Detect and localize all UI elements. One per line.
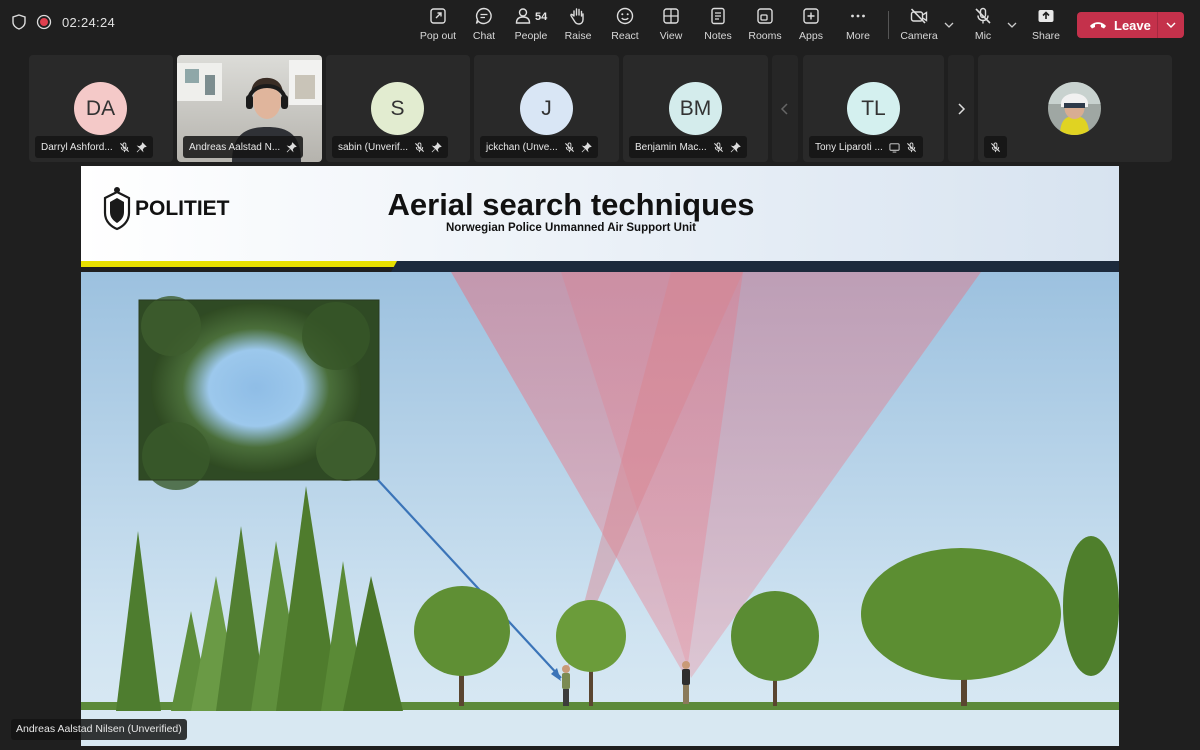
camera-off-icon — [910, 8, 928, 24]
more-icon — [851, 14, 865, 18]
leave-options-button[interactable] — [1158, 12, 1184, 38]
avatar: J — [520, 82, 573, 135]
avatar: BM — [669, 82, 722, 135]
rooms-icon — [757, 8, 773, 24]
participant-tile[interactable]: J jckchan (Unve... — [474, 55, 619, 162]
meeting-status: 02:24:24 — [12, 14, 115, 30]
meeting-toolbar: 02:24:24 Pop out Chat 54 People Raise Re… — [0, 0, 1200, 50]
chevron-right-icon — [958, 102, 966, 115]
more-button[interactable]: More — [832, 6, 884, 46]
next-participants-button[interactable] — [948, 55, 974, 162]
chevron-down-icon — [1166, 22, 1176, 28]
active-speaker-caption: Andreas Aalstad Nilsen (Unverified) — [11, 719, 187, 740]
smile-icon — [616, 7, 634, 25]
participant-name-tag — [984, 136, 1007, 158]
participant-name-tag: sabin (Unverif... — [332, 136, 449, 158]
popout-button[interactable]: Pop out — [412, 6, 464, 46]
avatar: S — [371, 82, 424, 135]
camera-button[interactable]: Camera — [893, 6, 945, 46]
people-button[interactable]: 54 People — [505, 6, 557, 46]
screen-share-icon — [889, 142, 900, 153]
react-button[interactable]: React — [599, 6, 651, 46]
previous-participants-button[interactable] — [772, 55, 798, 162]
chat-button[interactable]: Chat — [458, 6, 510, 46]
participant-name-tag: Andreas Aalstad N... — [183, 136, 304, 158]
participant-tile[interactable]: DA Darryl Ashford... — [29, 55, 173, 162]
participant-tile[interactable]: BM Benjamin Mac... — [623, 55, 768, 162]
avatar: DA — [74, 82, 127, 135]
mic-options-chevron-down-icon[interactable] — [1005, 18, 1019, 32]
popout-icon — [430, 8, 446, 24]
share-icon — [1038, 10, 1054, 22]
person-figure — [682, 661, 690, 704]
rooms-button[interactable]: Rooms — [739, 6, 791, 46]
mic-off-icon — [713, 141, 723, 152]
mic-off-icon — [990, 141, 1001, 152]
mic-off-icon — [415, 141, 425, 152]
hand-icon — [570, 8, 584, 25]
participant-name: Benjamin Mac... — [635, 141, 707, 153]
slide-title: Aerial search techniques — [388, 187, 755, 222]
participant-name-tag: Tony Liparoti ... — [809, 136, 923, 158]
participant-photo-avatar — [1048, 82, 1101, 135]
toolbar-divider — [888, 11, 889, 39]
share-button[interactable]: Share — [1020, 6, 1072, 46]
camera-options-chevron-down-icon[interactable] — [942, 18, 956, 32]
participant-name: jckchan (Unve... — [486, 141, 558, 153]
participant-name-tag: Darryl Ashford... — [35, 136, 153, 158]
slide-navy-stripe — [391, 261, 1119, 272]
canopy-inset-photo — [138, 296, 380, 490]
mic-off-icon — [975, 7, 991, 24]
person-figure — [562, 665, 570, 706]
raise-hand-button[interactable]: Raise — [552, 6, 604, 46]
participant-name: Tony Liparoti ... — [815, 141, 883, 153]
pin-icon — [431, 141, 442, 152]
participant-name: sabin (Unverif... — [338, 141, 409, 153]
participant-tile[interactable] — [978, 55, 1172, 162]
apps-button[interactable]: Apps — [785, 6, 837, 46]
slide-brand: POLITIET — [135, 197, 230, 220]
slide-yellow-stripe — [81, 261, 401, 267]
participant-name-tag: Benjamin Mac... — [629, 136, 747, 158]
recording-icon — [36, 14, 52, 30]
notes-icon — [711, 7, 725, 25]
avatar: TL — [847, 82, 900, 135]
shared-presentation: POLITIET Aerial search techniques Norweg… — [81, 166, 1119, 746]
shield-icon — [12, 14, 26, 30]
pin-icon — [286, 141, 297, 152]
people-icon — [515, 8, 531, 24]
phone-hangup-icon — [1090, 22, 1106, 29]
participant-tile[interactable]: TL Tony Liparoti ... — [803, 55, 944, 162]
mic-off-icon — [906, 141, 916, 152]
participant-tile-video[interactable]: Andreas Aalstad N... — [177, 55, 322, 162]
apps-icon — [803, 8, 819, 24]
pin-icon — [730, 141, 741, 152]
meeting-timer: 02:24:24 — [62, 14, 116, 30]
participant-name: Andreas Aalstad N... — [189, 141, 281, 153]
participant-name-tag: jckchan (Unve... — [480, 136, 598, 158]
pin-icon — [581, 141, 592, 152]
mic-button[interactable]: Mic — [957, 6, 1009, 46]
mic-off-icon — [119, 141, 129, 152]
leave-button-group: Leave — [1077, 12, 1184, 38]
mic-off-icon — [564, 141, 574, 152]
leave-button[interactable]: Leave — [1077, 12, 1157, 38]
participant-tile[interactable]: S sabin (Unverif... — [326, 55, 470, 162]
participant-name: Darryl Ashford... — [41, 141, 113, 153]
chevron-left-icon — [780, 102, 788, 115]
grid-icon — [663, 8, 679, 24]
notes-button[interactable]: Notes — [692, 6, 744, 46]
pin-icon — [136, 141, 147, 152]
chat-icon — [475, 7, 492, 25]
slide-subtitle: Norwegian Police Unmanned Air Support Un… — [446, 222, 696, 234]
people-count: 54 — [535, 11, 548, 23]
view-button[interactable]: View — [645, 6, 697, 46]
slide-canvas: POLITIET Aerial search techniques Norweg… — [81, 166, 1119, 746]
